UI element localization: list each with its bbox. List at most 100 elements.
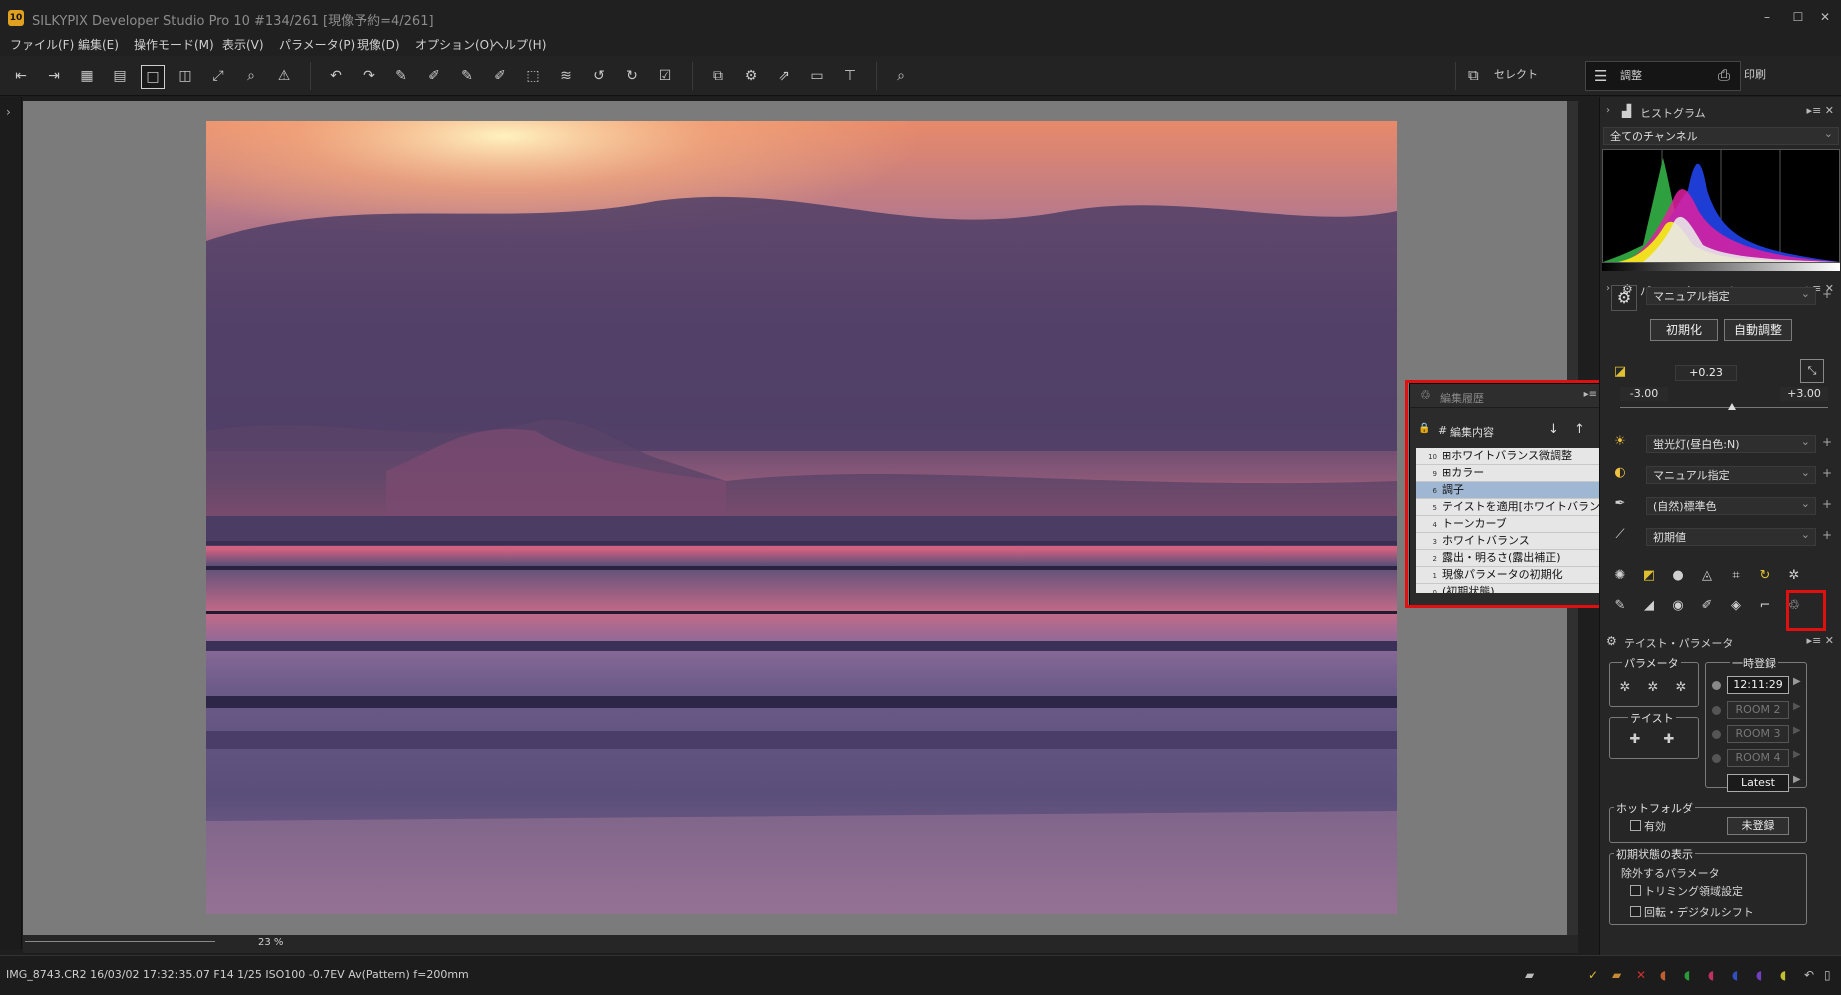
menu-help[interactable]: ヘルプ(H) bbox=[492, 36, 546, 53]
add-icon[interactable]: + bbox=[1822, 497, 1832, 511]
loupe-search-icon[interactable]: ⌕ bbox=[890, 65, 912, 87]
crop-frame-icon[interactable]: ⬚ bbox=[522, 65, 544, 87]
panel-controls-icon[interactable]: ▸≡ ✕ bbox=[1807, 634, 1834, 647]
histogram-channel-select[interactable]: 全てのチャンネル bbox=[1603, 125, 1839, 145]
minimize-button[interactable]: – bbox=[1757, 8, 1777, 26]
fish-eye-icon[interactable]: ◉ bbox=[1669, 597, 1687, 615]
play-icon[interactable]: ▶ bbox=[1793, 725, 1801, 736]
play-icon[interactable]: ▶ bbox=[1793, 676, 1801, 687]
noise-icon[interactable]: ✺ bbox=[1611, 567, 1629, 585]
zoom-icon[interactable]: ⌕ bbox=[240, 65, 262, 87]
white-balance-select[interactable]: 蛍光灯(昼白色:N) bbox=[1646, 433, 1816, 453]
warning-icon[interactable]: ⚠ bbox=[273, 65, 295, 87]
taste-apply-icon[interactable]: ✚ bbox=[1660, 731, 1678, 749]
single-view-icon[interactable]: □ bbox=[141, 65, 165, 89]
fit-screen-icon[interactable]: ⤢ bbox=[207, 65, 229, 87]
param-save-icon[interactable]: ✲ bbox=[1616, 679, 1634, 697]
exposure-slider-track[interactable] bbox=[1620, 407, 1828, 408]
params-sync-icon[interactable]: ✐ bbox=[489, 65, 511, 87]
expand-icon[interactable]: ⤡ bbox=[1800, 359, 1824, 383]
chevron-right-icon[interactable]: › bbox=[6, 105, 11, 119]
gear-icon[interactable]: ⚙ bbox=[1611, 285, 1637, 311]
redo-icon[interactable]: ↷ bbox=[358, 65, 380, 87]
room-3-button[interactable]: ROOM 3 bbox=[1727, 725, 1789, 743]
room-1-button[interactable]: 12:11:29 bbox=[1727, 676, 1789, 694]
label-yellow-icon[interactable]: ◖ bbox=[1780, 968, 1786, 982]
dust-icon[interactable]: ◈ bbox=[1727, 597, 1745, 615]
menu-options[interactable]: オプション(O) bbox=[415, 36, 494, 53]
white-balance-icon[interactable]: ☀ bbox=[1611, 433, 1629, 451]
zoom-slider[interactable] bbox=[25, 941, 215, 942]
room-radio[interactable] bbox=[1712, 681, 1721, 690]
mark-check-icon[interactable]: ☑ bbox=[654, 65, 676, 87]
check-mark-icon[interactable]: ✓ bbox=[1588, 968, 1598, 982]
tool-t-icon[interactable]: ⊤ bbox=[839, 65, 861, 87]
settings-cluster-icon[interactable]: ✲ bbox=[1785, 567, 1803, 585]
exposure-slider-thumb[interactable] bbox=[1727, 403, 1736, 410]
label-green-icon[interactable]: ◖ bbox=[1684, 968, 1690, 982]
param-preset-select[interactable]: マニュアル指定 bbox=[1646, 285, 1816, 305]
label-pink-icon[interactable]: ◖ bbox=[1708, 968, 1714, 982]
label-red-icon[interactable]: ◖ bbox=[1660, 968, 1666, 982]
chevron-right-icon[interactable]: › bbox=[1606, 283, 1610, 294]
add-icon[interactable]: + bbox=[1822, 466, 1832, 480]
param-load-icon[interactable]: ✲ bbox=[1644, 679, 1662, 697]
color-pen-icon[interactable]: ✒ bbox=[1611, 495, 1629, 513]
brush-icon[interactable]: ✎ bbox=[1611, 597, 1629, 615]
reject-icon[interactable]: ✕ bbox=[1636, 968, 1646, 982]
menu-parameter[interactable]: パラメータ(P) bbox=[279, 36, 355, 53]
add-icon[interactable]: + bbox=[1822, 528, 1832, 542]
sharpness-select[interactable]: 初期値 bbox=[1646, 526, 1816, 546]
menu-file[interactable]: ファイル(F) bbox=[10, 36, 74, 53]
note-icon[interactable]: ▰ bbox=[1525, 968, 1534, 982]
paste-params-icon[interactable]: ✐ bbox=[423, 65, 445, 87]
reset-button[interactable]: 初期化 bbox=[1650, 319, 1718, 341]
taste-params-header[interactable]: ⚙ テイスト・パラメータ ▸≡ ✕ bbox=[1600, 631, 1841, 653]
prev-image-icon[interactable]: ⇤ bbox=[10, 65, 32, 87]
param-recent-icon[interactable]: ✲ bbox=[1672, 679, 1690, 697]
room-radio[interactable] bbox=[1712, 706, 1721, 715]
label-purple-icon[interactable]: ◖ bbox=[1756, 968, 1762, 982]
batch-develop-icon[interactable]: ⚙ bbox=[740, 65, 762, 87]
layers-icon[interactable]: ≋ bbox=[555, 65, 577, 87]
room-radio[interactable] bbox=[1712, 730, 1721, 739]
auto-adjust-button[interactable]: 自動調整 bbox=[1724, 319, 1792, 341]
export-icon[interactable]: ⇗ bbox=[773, 65, 795, 87]
add-icon[interactable]: + bbox=[1822, 287, 1832, 301]
label-blue-icon[interactable]: ◖ bbox=[1732, 968, 1738, 982]
tone-icon[interactable]: ◐ bbox=[1611, 464, 1629, 482]
lens-icon[interactable]: ◬ bbox=[1698, 567, 1716, 585]
sphere-icon[interactable]: ● bbox=[1669, 567, 1687, 585]
undo-icon[interactable]: ↶ bbox=[325, 65, 347, 87]
develop-icon[interactable]: ⧉ bbox=[707, 65, 729, 87]
play-icon[interactable]: ▶ bbox=[1793, 749, 1801, 760]
exclude-trim-checkbox[interactable] bbox=[1630, 885, 1641, 896]
rotate-left-icon[interactable]: ↺ bbox=[588, 65, 610, 87]
highlight-icon[interactable]: ◩ bbox=[1640, 567, 1658, 585]
hotfolder-register-button[interactable]: 未登録 bbox=[1727, 817, 1789, 835]
mode-select-button[interactable]: ⧉ セレクト bbox=[1460, 61, 1604, 89]
chevron-right-icon[interactable]: › bbox=[1606, 105, 1610, 116]
distortion-icon[interactable]: ⌗ bbox=[1727, 567, 1745, 585]
exposure-max[interactable]: +3.00 bbox=[1780, 387, 1828, 401]
monitor-icon[interactable]: ▭ bbox=[806, 65, 828, 87]
maximize-button[interactable]: ☐ bbox=[1788, 8, 1808, 26]
panel-controls-icon[interactable]: ▸≡ ✕ bbox=[1807, 104, 1834, 117]
crop-icon[interactable]: ⌐ bbox=[1756, 597, 1774, 615]
latest-button[interactable]: Latest bbox=[1727, 774, 1789, 792]
mode-print-button[interactable]: ⎙ 印刷 bbox=[1710, 61, 1841, 89]
exclude-rotate-checkbox[interactable] bbox=[1630, 906, 1641, 917]
room-radio[interactable] bbox=[1712, 754, 1721, 763]
preview-strip-icon[interactable]: ▤ bbox=[109, 65, 131, 87]
sharpness-icon[interactable]: ⟋ bbox=[1611, 526, 1629, 544]
menu-develop[interactable]: 現像(D) bbox=[357, 36, 400, 53]
zoom-level[interactable]: 23 % bbox=[258, 937, 283, 948]
apply-params-icon[interactable]: ✎ bbox=[456, 65, 478, 87]
exposure-value[interactable]: +0.23 bbox=[1675, 365, 1737, 381]
pen-icon[interactable]: ✐ bbox=[1698, 597, 1716, 615]
add-icon[interactable]: + bbox=[1822, 435, 1832, 449]
menu-edit[interactable]: 編集(E) bbox=[78, 36, 119, 53]
taste-add-icon[interactable]: ✚ bbox=[1626, 731, 1644, 749]
folder-icon[interactable]: ▰ bbox=[1612, 968, 1621, 982]
gradient-icon[interactable]: ◢ bbox=[1640, 597, 1658, 615]
